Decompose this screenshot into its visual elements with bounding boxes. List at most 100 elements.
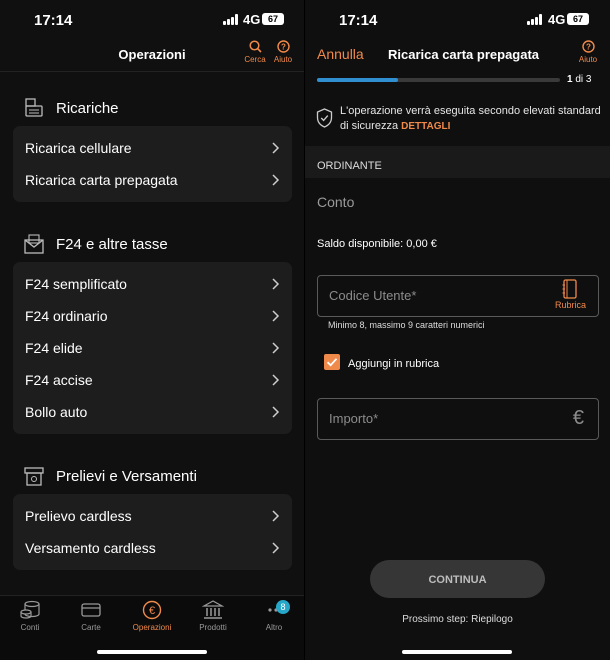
battery-icon: 67 (262, 13, 284, 25)
home-indicator (97, 650, 207, 654)
section-title: Ricariche (56, 99, 119, 117)
list-item-prelievo-cardless[interactable]: Prelievo cardless (13, 500, 292, 532)
currency-symbol: € (572, 407, 584, 429)
list-item-f24-semplificato[interactable]: F24 semplificato (13, 268, 292, 300)
list-item-label: F24 accise (25, 372, 93, 388)
shield-icon (316, 108, 333, 128)
network-label: 4G (548, 12, 566, 27)
chevron-right-icon (272, 406, 280, 418)
search-label: Cerca (244, 55, 266, 64)
help-label: Aiuto (578, 55, 598, 64)
help-icon: ? (276, 40, 290, 53)
amount-field[interactable]: Importo* € (317, 398, 599, 440)
section-title: Prelievi e Versamenti (56, 467, 197, 485)
account-select[interactable]: Conto (317, 194, 354, 210)
section-header: ORDINANTE (305, 146, 610, 178)
section-ricariche: Ricariche (24, 96, 119, 120)
security-text: L'operazione verrà eseguita secondo elev… (340, 105, 601, 132)
tab-label: Prodotti (199, 623, 227, 632)
section-label: ORDINANTE (317, 160, 382, 172)
add-to-rubrica-checkbox[interactable] (324, 354, 340, 370)
list-item-label: Ricarica carta prepagata (25, 172, 178, 188)
svg-text:?: ? (281, 43, 286, 52)
help-button[interactable]: ? Aiuto (573, 40, 603, 64)
checkmark-icon (326, 358, 338, 367)
security-notice: L'operazione verrà eseguita secondo elev… (340, 104, 602, 134)
balance-text: Saldo disponibile: 0,00 € (317, 238, 437, 250)
next-step-text: Prossimo step: Riepilogo (402, 614, 513, 625)
list-item-label: F24 ordinario (25, 308, 108, 324)
euro-icon: € (142, 600, 162, 620)
list-item-label: F24 semplificato (25, 276, 127, 292)
home-indicator (402, 650, 512, 654)
f24-card: F24 semplificato F24 ordinario F24 elide… (13, 262, 292, 434)
user-code-hint: Minimo 8, massimo 9 caratteri numerici (328, 320, 485, 330)
list-item-ricarica-cellulare[interactable]: Ricarica cellulare (13, 132, 292, 164)
svg-text:?: ? (586, 43, 591, 52)
list-item-f24-ordinario[interactable]: F24 ordinario (13, 300, 292, 332)
add-to-rubrica-label: Aggiungi in rubrica (348, 358, 440, 370)
continue-button[interactable]: CONTINUA (370, 560, 545, 598)
status-time: 17:14 (339, 12, 378, 29)
progress-fill (317, 78, 398, 82)
chevron-right-icon (272, 510, 280, 522)
section-prelievi: Prelievi e Versamenti (24, 464, 197, 488)
chevron-right-icon (272, 342, 280, 354)
tab-operazioni[interactable]: € Operazioni (122, 600, 182, 632)
signal-icon (527, 14, 545, 25)
recharge-screen: 17:14 4G 67 Annulla Ricarica carta prepa… (305, 0, 610, 660)
step-indicator: 1 di 3 (567, 74, 591, 85)
coins-icon (20, 600, 40, 619)
list-item-f24-elide[interactable]: F24 elide (13, 332, 292, 364)
chevron-right-icon (272, 542, 280, 554)
chevron-right-icon (272, 142, 280, 154)
user-code-field[interactable]: Codice Utente* Rubrica (317, 275, 599, 317)
card-icon (81, 603, 101, 617)
tab-carte[interactable]: Carte (61, 600, 121, 632)
rubrica-button[interactable]: Rubrica (555, 279, 586, 310)
step-current: 1 (567, 74, 573, 85)
section-title: F24 e altre tasse (56, 235, 168, 253)
tab-label: Operazioni (132, 623, 172, 632)
bank-icon (202, 600, 224, 619)
prelievi-card: Prelievo cardless Versamento cardless (13, 494, 292, 570)
list-item-label: Bollo auto (25, 404, 88, 420)
details-link[interactable]: DETTAGLI (401, 121, 450, 132)
page-title: Ricarica carta prepagata (388, 47, 540, 62)
user-code-placeholder: Codice Utente* (329, 288, 417, 303)
header-divider (0, 71, 304, 72)
tab-label: Altro (265, 623, 283, 632)
printer-icon (25, 98, 43, 117)
help-icon: ? (581, 40, 595, 53)
progress-bar (317, 78, 560, 82)
help-button[interactable]: ? Aiuto (268, 40, 298, 64)
list-item-f24-accise[interactable]: F24 accise (13, 364, 292, 396)
tab-label: Conti (20, 623, 40, 632)
notification-badge: 8 (276, 600, 290, 614)
list-item-versamento-cardless[interactable]: Versamento cardless (13, 532, 292, 564)
list-item-ricarica-carta-prepagata[interactable]: Ricarica carta prepagata (13, 164, 292, 196)
search-button[interactable]: Cerca (240, 40, 270, 64)
status-bar: 17:14 4G 67 (305, 0, 610, 40)
amount-placeholder: Importo* (329, 411, 379, 426)
list-item-label: Versamento cardless (25, 540, 156, 556)
status-time: 17:14 (34, 12, 73, 29)
atm-icon (24, 467, 44, 486)
envelope-icon (24, 234, 44, 254)
address-book-icon (562, 279, 578, 299)
tab-conti[interactable]: Conti (0, 600, 60, 632)
chevron-right-icon (272, 374, 280, 386)
tab-altro[interactable]: Altro 8 (244, 600, 304, 632)
step-total: di 3 (575, 74, 592, 85)
list-item-label: Ricarica cellulare (25, 140, 132, 156)
chevron-right-icon (272, 278, 280, 290)
ricariche-card: Ricarica cellulare Ricarica carta prepag… (13, 126, 292, 202)
operations-screen: 17:14 4G 67 Operazioni Cerca ? Aiuto Ric… (0, 0, 304, 660)
tab-label: Carte (81, 623, 101, 632)
rubrica-label: Rubrica (554, 300, 586, 310)
tab-prodotti[interactable]: Prodotti (183, 600, 243, 632)
network-label: 4G (243, 12, 261, 27)
cancel-button[interactable]: Annulla (317, 46, 364, 62)
list-item-bollo-auto[interactable]: Bollo auto (13, 396, 292, 428)
svg-text:€: € (149, 605, 155, 617)
